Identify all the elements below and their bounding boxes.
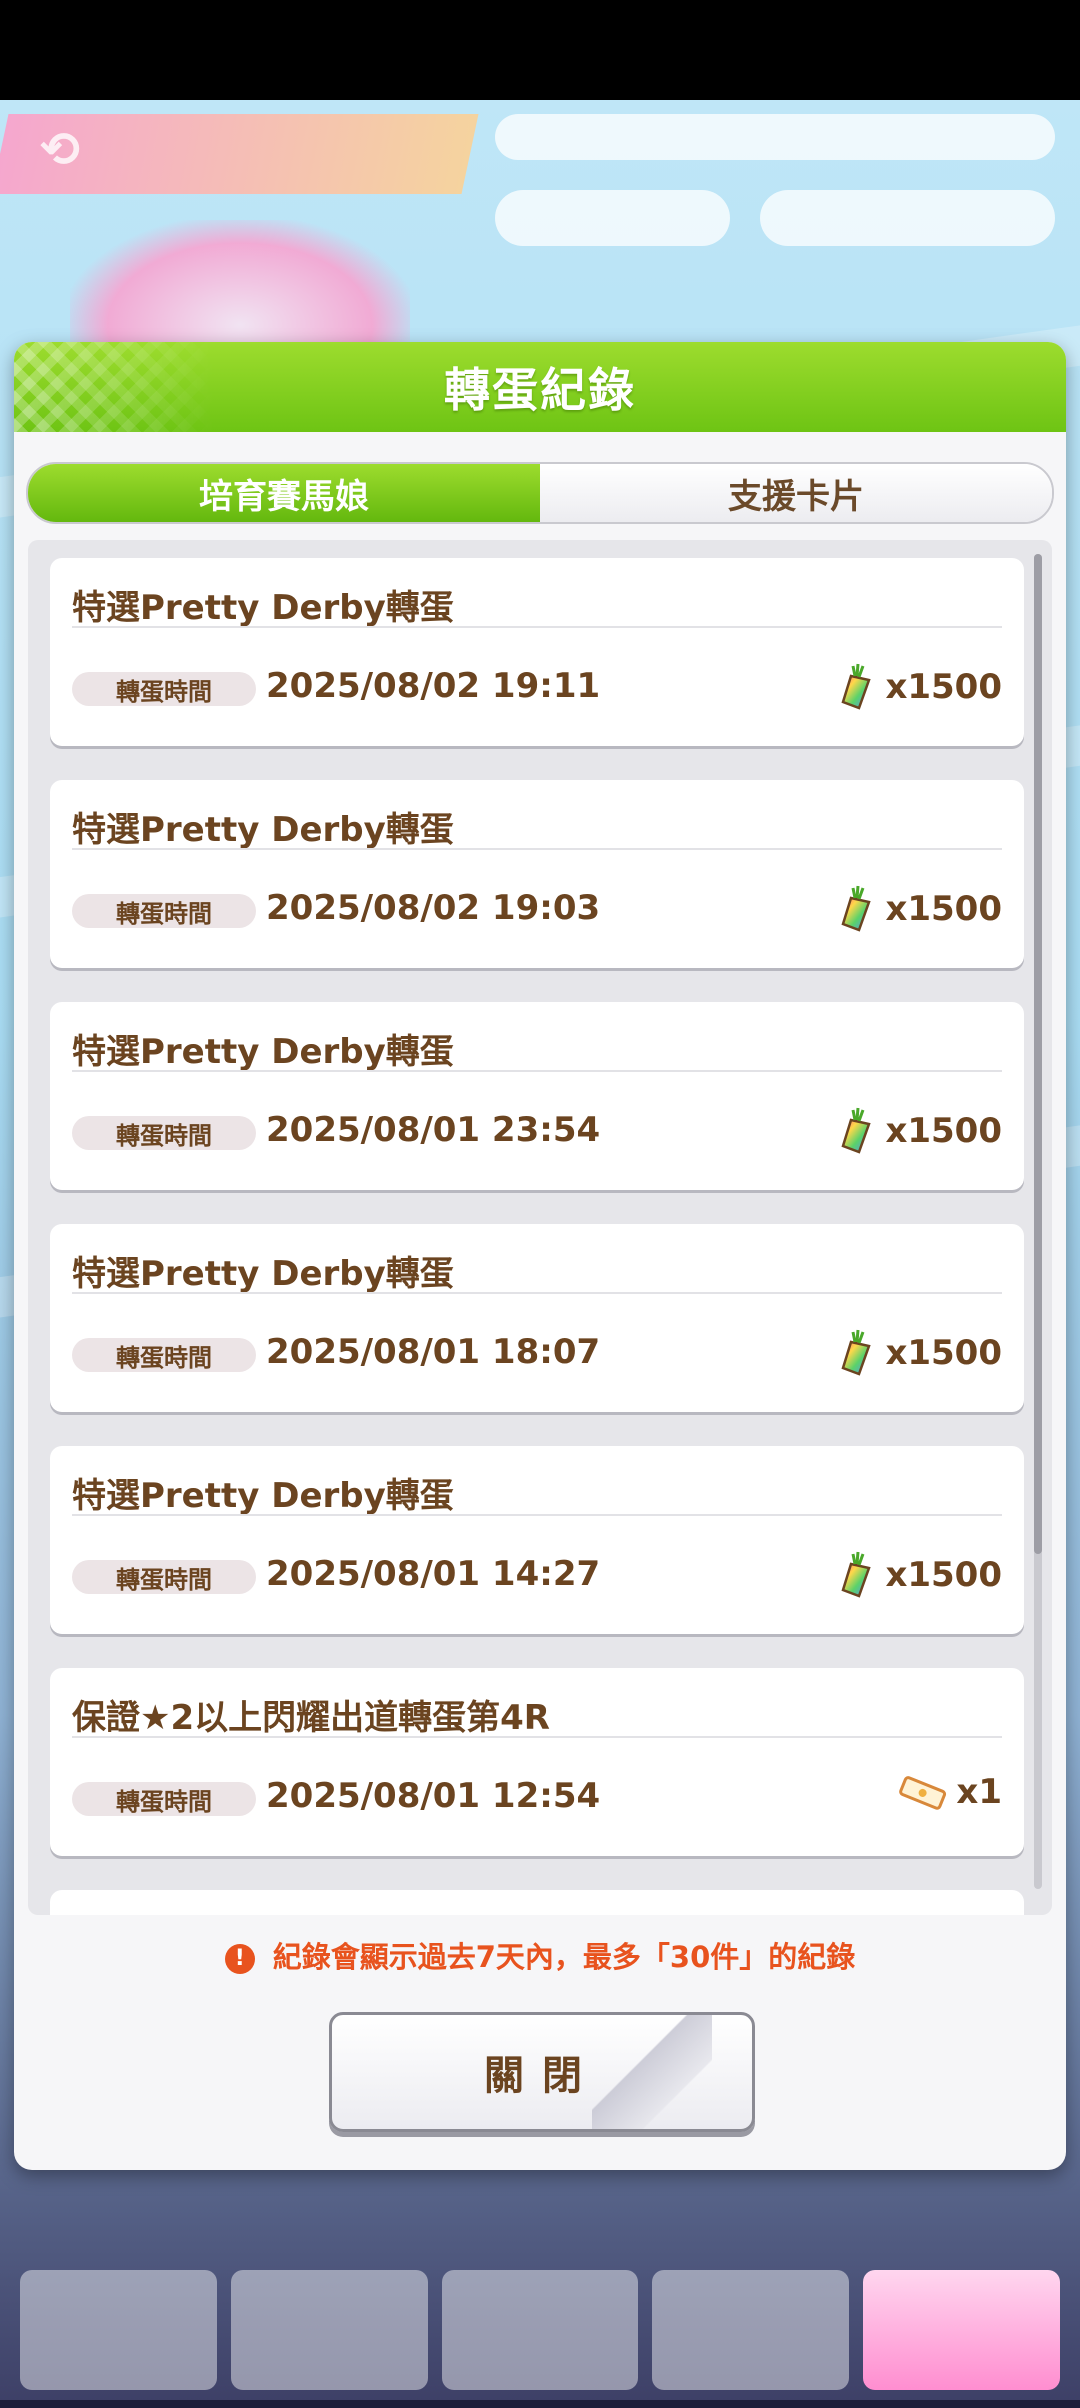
- record-divider: [72, 1292, 1002, 1294]
- record-cost: x1500: [833, 1550, 1002, 1600]
- time-label-badge: 轉蛋時間: [72, 1782, 256, 1816]
- record-divider: [72, 1514, 1002, 1516]
- dialog-title: 轉蛋紀錄: [444, 363, 636, 417]
- ticket-icon: [899, 1776, 947, 1810]
- dialog-header: 轉蛋紀錄: [14, 342, 1066, 432]
- time-label-badge: 轉蛋時間: [72, 1116, 256, 1150]
- background-button-right: [760, 190, 1055, 246]
- record-divider: [72, 848, 1002, 850]
- background-currency-bar: [495, 114, 1055, 160]
- carat-jewel-icon: [841, 885, 872, 932]
- carat-jewel-icon: [841, 1107, 872, 1154]
- carat-jewel-icon: [841, 1329, 872, 1376]
- record-time: 2025/08/02 19:11: [266, 666, 601, 706]
- record-title: 特選Pretty Derby轉蛋: [72, 588, 454, 628]
- scrollbar-thumb[interactable]: [1034, 554, 1042, 1554]
- cost-value: x1500: [885, 889, 1002, 929]
- background-bottom-nav: [20, 2270, 1060, 2390]
- cost-value: x1500: [885, 667, 1002, 707]
- record-time: 2025/08/01 18:07: [266, 1332, 601, 1372]
- record-cost: x1: [896, 1772, 1002, 1812]
- background-nav-tile: [652, 2270, 850, 2390]
- record-divider: [72, 1736, 1002, 1738]
- gacha-history-dialog: 轉蛋紀錄 培育賽馬娘 支援卡片 特選Pretty Derby轉蛋 轉蛋時間 20…: [14, 342, 1066, 2170]
- background-nav-tile: [20, 2270, 217, 2390]
- alert-icon: !: [224, 1944, 255, 1974]
- record-divider: [72, 626, 1002, 628]
- record-item: 特選Pretty Derby轉蛋 轉蛋時間 2025/08/01 23:54 x…: [50, 1002, 1024, 1190]
- background-button-left: [495, 190, 730, 246]
- record-cost: x1500: [833, 884, 1002, 934]
- record-item: 保證★2以上閃耀出道轉蛋第4R 轉蛋時間 2025/08/01 12:54 x1: [50, 1668, 1024, 1856]
- background-bottom-strip: [0, 2400, 1080, 2408]
- record-title: 特選Pretty Derby轉蛋: [72, 810, 454, 850]
- history-notice: ! 紀錄會顯示過去7天內，最多「30件」的紀錄: [14, 1934, 1066, 1976]
- record-title: 特選Pretty Derby轉蛋: [72, 1032, 454, 1072]
- record-title: 保證★2以上閃耀出道轉蛋第4R: [72, 1698, 550, 1738]
- time-label-badge: 轉蛋時間: [72, 1338, 256, 1372]
- record-tabs: 培育賽馬娘 支援卡片: [26, 462, 1054, 524]
- record-list[interactable]: 特選Pretty Derby轉蛋 轉蛋時間 2025/08/02 19:11 x…: [28, 540, 1052, 1915]
- button-swoosh: [592, 2015, 712, 2129]
- time-label-badge: 轉蛋時間: [72, 1560, 256, 1594]
- record-cost: x1500: [833, 1328, 1002, 1378]
- record-item-partial: [50, 1890, 1024, 1915]
- close-button-label: 關閉: [484, 2053, 600, 2099]
- record-cost: x1500: [833, 662, 1002, 712]
- background-nav-tile-active: [863, 2270, 1060, 2390]
- background-gacha-tab-label: ⟲: [40, 122, 81, 178]
- record-divider: [72, 1070, 1002, 1072]
- header-pattern: [14, 342, 214, 432]
- record-title: 特選Pretty Derby轉蛋: [72, 1254, 454, 1294]
- cost-value: x1500: [885, 1555, 1002, 1595]
- record-item: 特選Pretty Derby轉蛋 轉蛋時間 2025/08/02 19:03 x…: [50, 780, 1024, 968]
- time-label-badge: 轉蛋時間: [72, 672, 256, 706]
- background-nav-tile: [441, 2270, 639, 2390]
- carat-jewel-icon: [841, 1551, 872, 1598]
- record-time: 2025/08/02 19:03: [266, 888, 601, 928]
- notice-text: 紀錄會顯示過去7天內，最多「30件」的紀錄: [272, 1940, 856, 1974]
- close-button[interactable]: 關閉: [329, 2012, 755, 2132]
- status-bar: [0, 0, 1080, 100]
- cost-value: x1500: [885, 1333, 1002, 1373]
- record-item: 特選Pretty Derby轉蛋 轉蛋時間 2025/08/01 18:07 x…: [50, 1224, 1024, 1412]
- time-label-badge: 轉蛋時間: [72, 894, 256, 928]
- carat-jewel-icon: [841, 663, 872, 710]
- record-time: 2025/08/01 12:54: [266, 1776, 601, 1816]
- record-time: 2025/08/01 23:54: [266, 1110, 601, 1150]
- background-nav-tile: [230, 2270, 428, 2390]
- cost-value: x1500: [885, 1111, 1002, 1151]
- tab-support-card[interactable]: 支援卡片: [540, 464, 1052, 522]
- record-item: 特選Pretty Derby轉蛋 轉蛋時間 2025/08/02 19:11 x…: [50, 558, 1024, 746]
- cost-value: x1: [956, 1772, 1002, 1812]
- record-title: 特選Pretty Derby轉蛋: [72, 1476, 454, 1516]
- record-cost: x1500: [833, 1106, 1002, 1156]
- tab-trainee-umamusume[interactable]: 培育賽馬娘: [28, 464, 540, 522]
- record-item: 特選Pretty Derby轉蛋 轉蛋時間 2025/08/01 14:27 x…: [50, 1446, 1024, 1634]
- record-time: 2025/08/01 14:27: [266, 1554, 601, 1594]
